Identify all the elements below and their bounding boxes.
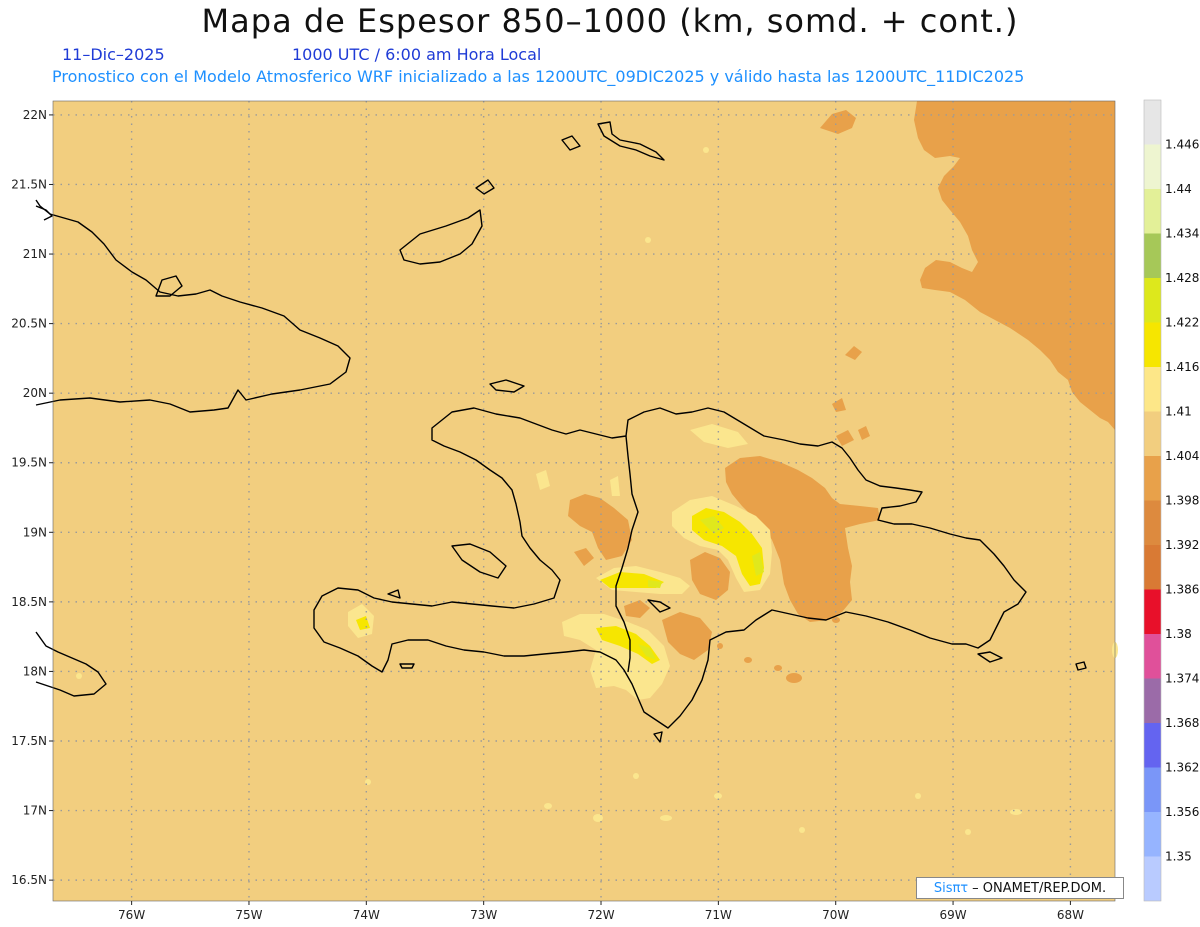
lat-label: 18N [23,664,47,678]
legend-swatch [1144,411,1161,456]
credit-brand: Sisπτ [933,880,969,896]
legend-swatch [1144,545,1161,590]
lon-label: 73W [470,908,497,922]
color-legend: 1.446 1.44 1.434 1.428 1.422 1.416 1.41 1.404 1.… [1143,99,1199,902]
legend-swatch [1144,189,1161,234]
lat-label: 19N [23,525,47,539]
legend-value-labels: 1.446 1.44 1.434 1.428 1.422 1.416 1.41 1.404 1.… [1165,138,1199,864]
lon-label: 72W [587,908,614,922]
legend-swatch [1144,678,1161,723]
legend-label: 1.38 [1165,627,1192,641]
legend-swatch [1144,856,1161,901]
map-panel: 22N 21.5N 21N 20.5N 20N 19.5N 19N 18.5N 18N 17.5N… [11,99,1199,922]
legend-label: 1.422 [1165,316,1199,330]
lat-label: 21N [23,247,47,261]
legend-swatch [1144,100,1161,145]
legend-label: 1.35 [1165,850,1192,864]
coast-cuba-islet [35,205,53,221]
lon-label: 75W [235,908,262,922]
legend-label: 1.428 [1165,271,1199,285]
legend-label: 1.386 [1165,583,1199,597]
legend-swatch [1144,589,1161,634]
lat-label: 17N [23,804,47,818]
credit-box: Sisπτ – ONAMET/REP.DOM. [916,877,1124,899]
legend-swatch [1144,812,1161,857]
lon-label: 71W [705,908,732,922]
legend-label: 1.44 [1165,182,1192,196]
lat-label: 17.5N [11,734,47,748]
legend-label: 1.398 [1165,494,1199,508]
lon-label: 76W [118,908,145,922]
lat-label: 20N [23,386,47,400]
legend-label: 1.404 [1165,449,1199,463]
lon-label: 68W [1057,908,1084,922]
thickness-map: 22N 21.5N 21N 20.5N 20N 19.5N 19N 18.5N 18N 17.5N… [11,99,1199,922]
legend-label: 1.434 [1165,227,1199,241]
legend-swatch [1144,456,1161,501]
legend-swatch [1144,723,1161,768]
lat-label: 20.5N [11,317,47,331]
lat-label: 19.5N [11,456,47,470]
credit-org: – ONAMET/REP.DOM. [972,880,1107,896]
legend-swatch [1144,278,1161,323]
legend-swatch [1144,767,1161,812]
legend-swatch [1144,500,1161,545]
legend-label: 1.362 [1165,761,1199,775]
lat-label: 22N [23,108,47,122]
legend-label: 1.416 [1165,360,1199,374]
lat-label: 18.5N [11,595,47,609]
legend-label: 1.392 [1165,538,1199,552]
legend-label: 1.374 [1165,672,1199,686]
legend-swatch [1144,144,1161,189]
lon-label: 69W [939,908,966,922]
legend-swatch [1144,367,1161,412]
legend-swatch [1144,233,1161,278]
legend-label: 1.356 [1165,805,1199,819]
lat-label: 16.5N [11,873,47,887]
lon-label: 74W [353,908,380,922]
legend-swatch [1144,634,1161,679]
legend-swatch [1144,322,1161,367]
legend-label: 1.368 [1165,716,1199,730]
legend-label: 1.41 [1165,405,1192,419]
legend-label: 1.446 [1165,138,1199,152]
legend-color-bar [1143,99,1162,902]
lon-label: 70W [822,908,849,922]
lat-label: 21.5N [11,177,47,191]
